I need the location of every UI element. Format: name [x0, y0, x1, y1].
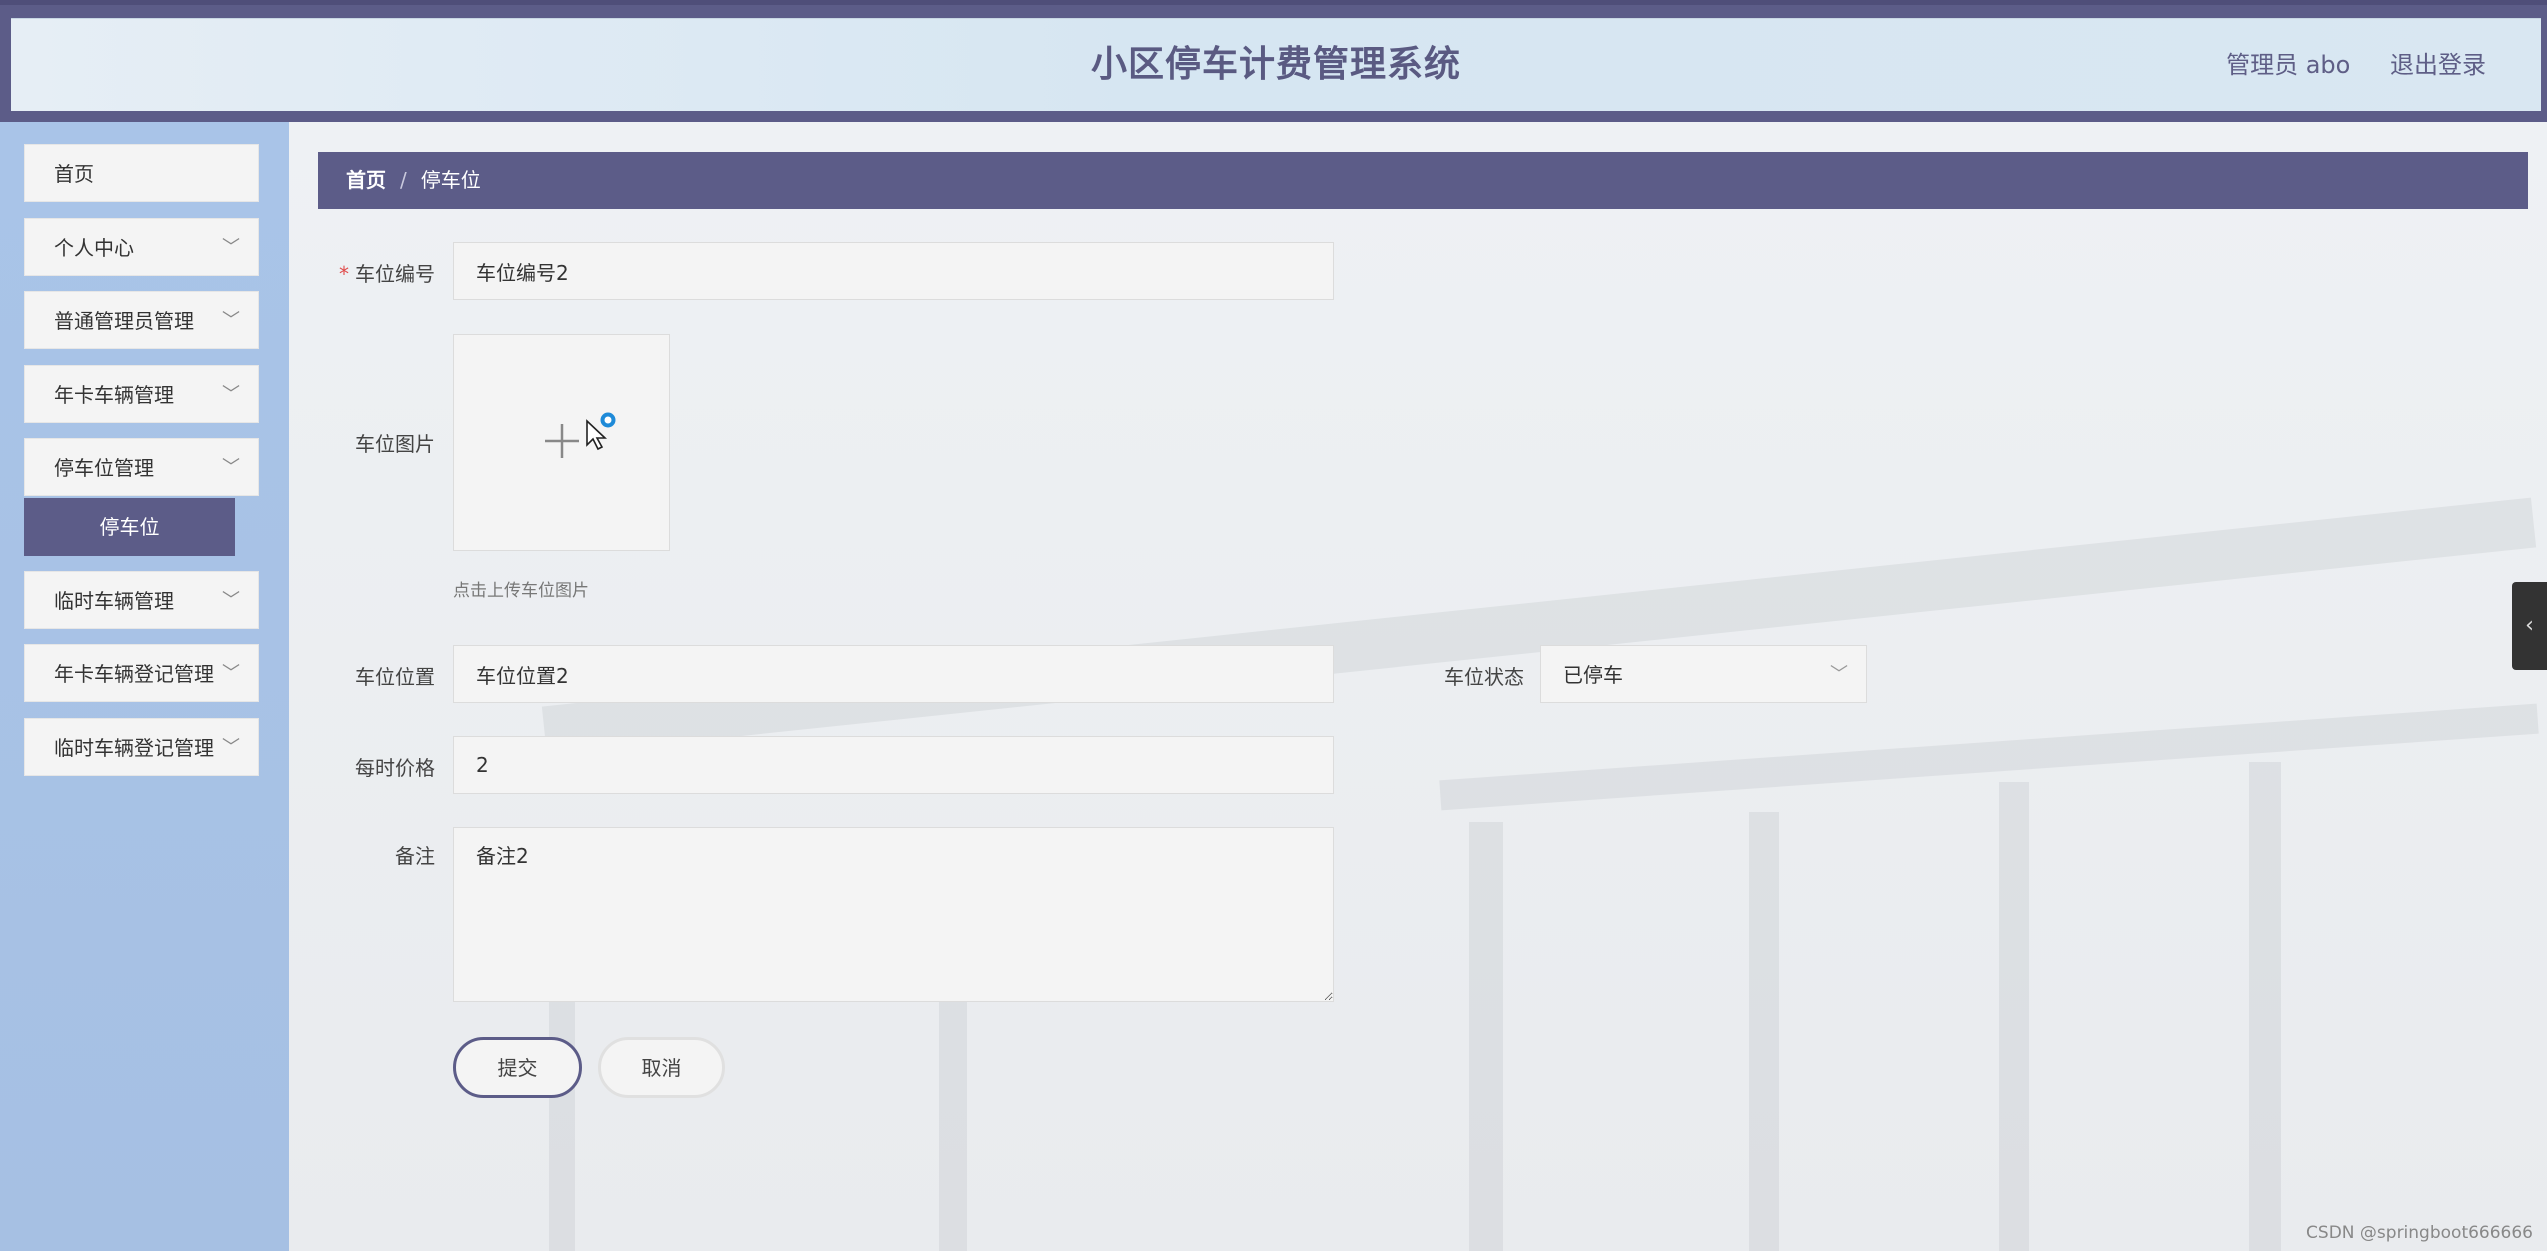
space-location-input[interactable]: [453, 645, 1334, 703]
sidebar-item-annual-registration-management[interactable]: 年卡车辆登记管理 ﹀: [24, 644, 259, 702]
background-decoration: [939, 982, 967, 1251]
sidebar-item-label: 临时车辆登记管理: [54, 736, 214, 760]
sidebar-item-temp-registration-management[interactable]: 临时车辆登记管理 ﹀: [24, 718, 259, 776]
sidebar-item-label: 个人中心: [54, 236, 134, 260]
hourly-price-label: 每时价格: [355, 756, 435, 780]
space-number-input[interactable]: [453, 242, 1334, 300]
sidebar-item-personal-center[interactable]: 个人中心 ﹀: [24, 218, 259, 276]
remark-textarea[interactable]: 备注2: [453, 827, 1334, 1002]
space-status-value: 已停车: [1563, 663, 1623, 687]
chevron-down-icon: ﹀: [222, 663, 240, 684]
submit-button[interactable]: 提交: [453, 1037, 582, 1098]
background-decoration: [1439, 703, 2539, 811]
chevron-down-icon: ﹀: [1830, 664, 1848, 685]
sidebar-item-parking-space-management[interactable]: 停车位管理 ﹀: [24, 438, 259, 496]
chevron-down-icon: ﹀: [222, 457, 240, 478]
background-decoration: [1749, 812, 1779, 1251]
chevron-down-icon: ﹀: [222, 590, 240, 611]
logout-link[interactable]: 退出登录: [2390, 51, 2486, 79]
sidebar-item-label: 普通管理员管理: [54, 309, 194, 333]
space-image-label: 车位图片: [355, 432, 435, 456]
cancel-button[interactable]: 取消: [598, 1037, 725, 1098]
image-upload-box[interactable]: [453, 334, 670, 551]
space-status-select[interactable]: 已停车 ﹀: [1540, 645, 1867, 703]
space-location-label: 车位位置: [355, 665, 435, 689]
site-title: 小区停车计费管理系统: [1090, 44, 1461, 85]
hourly-price-input[interactable]: [453, 736, 1334, 794]
background-decoration: [541, 497, 2537, 757]
user-label[interactable]: 管理员 abo: [2226, 51, 2350, 79]
chevron-down-icon: ﹀: [222, 384, 240, 405]
background-decoration: [549, 992, 575, 1251]
sidebar-item-label: 年卡车辆登记管理: [54, 662, 214, 686]
sidebar-item-label: 停车位管理: [54, 456, 154, 480]
breadcrumb-separator: /: [400, 168, 407, 192]
breadcrumb-current: 停车位: [420, 168, 481, 192]
breadcrumb: 首页 / 停车位: [318, 152, 2528, 209]
background-decoration: [1469, 822, 1503, 1251]
mouse-cursor-icon: [586, 412, 616, 451]
sidebar-item-label: 首页: [54, 162, 94, 186]
sidebar-item-home[interactable]: 首页: [24, 144, 259, 202]
space-status-label: 车位状态: [1444, 665, 1524, 689]
sidebar-item-label: 年卡车辆管理: [54, 383, 174, 407]
sidebar-item-admin-management[interactable]: 普通管理员管理 ﹀: [24, 291, 259, 349]
space-number-label: * 车位编号: [339, 262, 435, 286]
chevron-down-icon: ﹀: [222, 310, 240, 331]
header: 小区停车计费管理系统 管理员 abo 退出登录: [0, 5, 2547, 122]
background-decoration: [2249, 762, 2281, 1251]
sidebar-item-label: 临时车辆管理: [54, 589, 174, 613]
plus-icon: [545, 424, 579, 458]
sidebar-item-annual-vehicle-management[interactable]: 年卡车辆管理 ﹀: [24, 365, 259, 423]
chevron-down-icon: ﹀: [222, 737, 240, 758]
chevron-left-icon: ‹: [2525, 613, 2534, 638]
user-area: 管理员 abo 退出登录: [2194, 19, 2486, 111]
upload-hint: 点击上传车位图片: [453, 581, 589, 601]
background-decoration: [1999, 782, 2029, 1251]
header-inner: 小区停车计费管理系统 管理员 abo 退出登录: [11, 18, 2541, 111]
collapse-panel-handle[interactable]: ‹: [2512, 582, 2547, 670]
sidebar-item-temp-vehicle-management[interactable]: 临时车辆管理 ﹀: [24, 571, 259, 629]
breadcrumb-home[interactable]: 首页: [346, 168, 386, 192]
watermark: CSDN @springboot666666: [2306, 1223, 2533, 1243]
remark-label: 备注: [395, 844, 435, 868]
sidebar-subitem-parking-space[interactable]: 停车位: [24, 498, 235, 556]
chevron-down-icon: ﹀: [222, 237, 240, 258]
